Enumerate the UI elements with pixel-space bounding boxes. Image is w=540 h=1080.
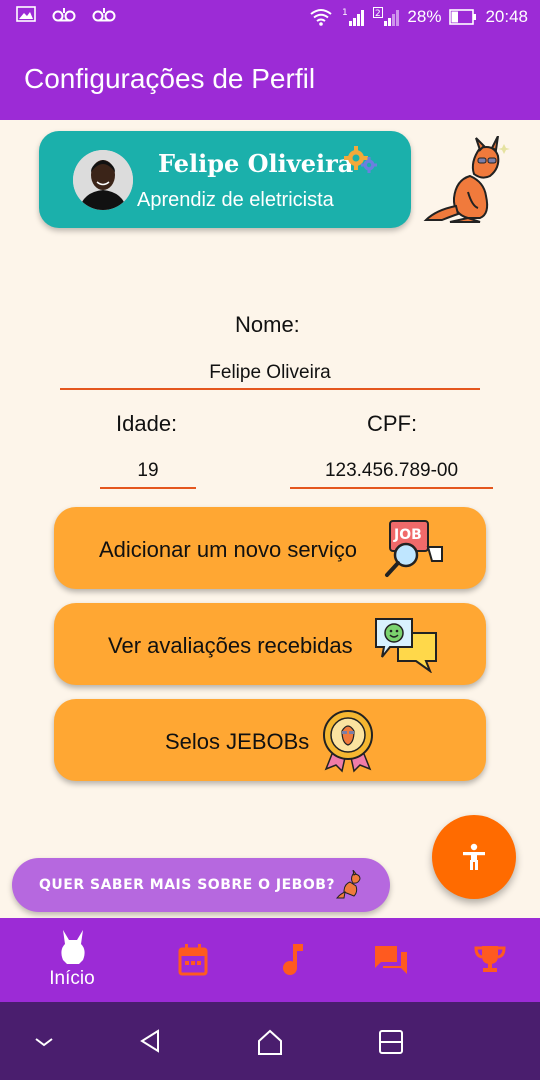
- nav-item-calendar[interactable]: [165, 918, 221, 1002]
- system-nav-bar: [0, 1002, 540, 1080]
- job-search-icon: JOB: [385, 520, 443, 577]
- image-notification-icon: [16, 6, 36, 22]
- avatar: [73, 150, 133, 210]
- music-note-icon: [283, 944, 303, 975]
- view-reviews-label: Ver avaliações recebidas: [108, 633, 353, 658]
- gear-icon[interactable]: [344, 145, 378, 175]
- app-bar: Configurações de Perfil: [0, 36, 540, 120]
- name-underline: [60, 388, 480, 390]
- recent-apps-icon[interactable]: [378, 1028, 404, 1056]
- kangaroo-mascot-icon: [423, 136, 510, 223]
- age-underline: [100, 487, 196, 489]
- name-field[interactable]: Felipe Oliveira: [60, 362, 480, 384]
- signal-sim1-icon: 1: [342, 8, 365, 26]
- age-field[interactable]: 19: [100, 460, 196, 482]
- chat-icon: [375, 946, 407, 974]
- voicemail-icon: [92, 8, 116, 22]
- chat-reviews-icon: [375, 618, 437, 673]
- kangaroo-small-icon: [336, 870, 361, 899]
- jebob-badges-button[interactable]: Selos JEBOBs: [54, 699, 486, 781]
- nav-item-trophy[interactable]: [462, 918, 518, 1002]
- page-title: Configurações de Perfil: [24, 63, 316, 94]
- profile-name: Felipe Oliveira: [158, 149, 354, 178]
- profile-role: Aprendiz de eletricista: [137, 189, 334, 211]
- nav-item-music[interactable]: [265, 918, 321, 1002]
- nav-item-home[interactable]: Início: [30, 918, 114, 1002]
- svg-text:1: 1: [342, 8, 348, 18]
- accessibility-icon: [463, 843, 485, 870]
- trophy-icon: [474, 946, 506, 972]
- profile-card[interactable]: Felipe Oliveira Aprendiz de eletricista: [39, 131, 411, 228]
- add-service-label: Adicionar um novo serviço: [99, 537, 358, 562]
- battery-percent: 28%: [407, 7, 442, 26]
- age-label: Idade:: [116, 411, 178, 436]
- home-icon[interactable]: [256, 1028, 284, 1056]
- nav-label-home: Início: [49, 968, 95, 989]
- badge-medal-icon: [323, 710, 373, 773]
- cpf-underline: [290, 487, 493, 489]
- kangaroo-home-icon: [61, 930, 85, 964]
- cpf-field[interactable]: 123.456.789-00: [290, 460, 493, 482]
- battery-icon: [449, 9, 477, 25]
- calendar-icon: [178, 944, 208, 976]
- learn-more-jebob-label: QUER SABER MAIS SOBRE O JEBOB?: [39, 877, 336, 893]
- svg-text:2: 2: [375, 9, 381, 19]
- wifi-icon: [310, 9, 333, 26]
- status-bar: 1 2 28% 20:48: [0, 0, 540, 36]
- name-label: Nome:: [235, 312, 300, 337]
- chevron-down-icon[interactable]: [33, 1030, 55, 1052]
- cpf-label: CPF:: [367, 411, 418, 436]
- add-service-button[interactable]: Adicionar um novo serviço JOB: [54, 507, 486, 589]
- voicemail-icon: [52, 8, 76, 22]
- view-reviews-button[interactable]: Ver avaliações recebidas: [54, 603, 486, 685]
- jebob-badges-label: Selos JEBOBs: [165, 729, 310, 754]
- learn-more-jebob-button[interactable]: QUER SABER MAIS SOBRE O JEBOB?: [12, 858, 390, 912]
- back-icon[interactable]: [138, 1028, 162, 1054]
- accessibility-fab[interactable]: [432, 815, 516, 899]
- svg-text:JOB: JOB: [393, 527, 422, 543]
- bottom-nav: Início: [0, 918, 540, 1002]
- nav-item-chat[interactable]: [363, 918, 419, 1002]
- signal-sim2-icon: 2: [373, 7, 400, 26]
- clock: 20:48: [485, 7, 528, 26]
